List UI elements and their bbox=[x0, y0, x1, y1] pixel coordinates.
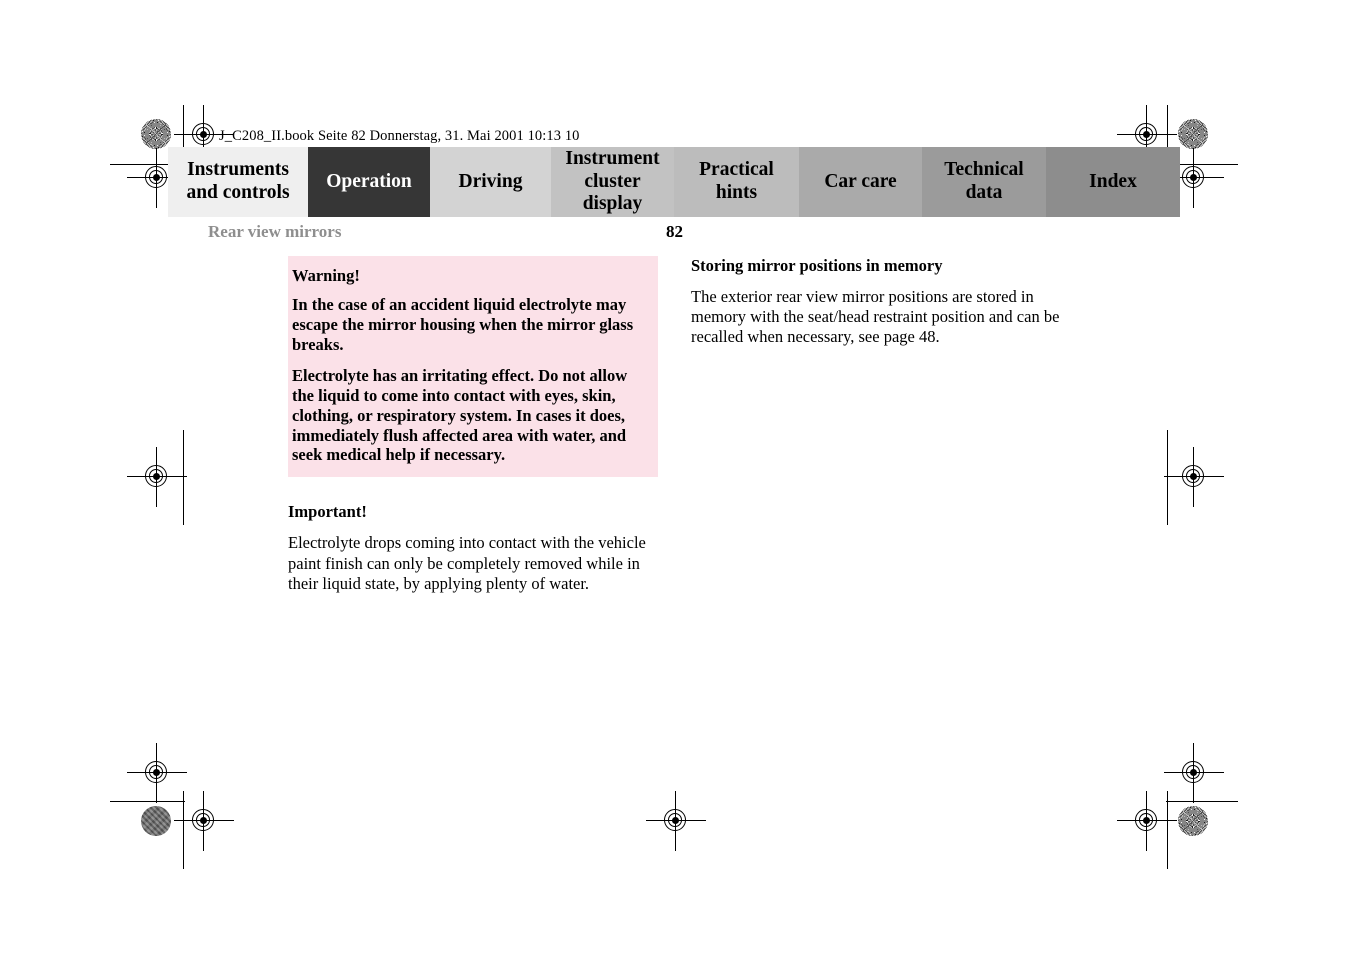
registration-mark-middle-right bbox=[1164, 447, 1224, 507]
crop-line-right-vertical-middle bbox=[1167, 430, 1169, 525]
warning-paragraph-2: Electrolyte has an irritating effect. Do… bbox=[292, 365, 628, 465]
tab-driving[interactable]: Driving bbox=[430, 147, 551, 217]
warning-paragraph-1: In the case of an accident liquid electr… bbox=[292, 294, 634, 354]
density-patch-bottom-left bbox=[141, 806, 171, 836]
density-patch-top-right bbox=[1178, 119, 1208, 149]
tab-label: Driving bbox=[458, 170, 523, 192]
density-patch-top-left bbox=[141, 119, 171, 149]
registration-mark-middle-left bbox=[127, 447, 187, 507]
registration-mark-lower-left bbox=[127, 743, 187, 803]
registration-mark-lower-right bbox=[1164, 743, 1224, 803]
tab-operation[interactable]: Operation bbox=[308, 147, 430, 217]
book-info-line: J_C208_II.book Seite 82 Donnerstag, 31. … bbox=[219, 128, 580, 144]
important-block: Important! Electrolyte drops coming into… bbox=[288, 502, 658, 594]
warning-title: Warning! bbox=[292, 266, 360, 285]
important-title: Important! bbox=[288, 502, 367, 522]
memory-paragraph: The exterior rear view mirror positions … bbox=[691, 286, 1060, 347]
crop-line-bottom-right-horizontal bbox=[1166, 801, 1238, 803]
crop-line-right-vertical-bottom bbox=[1167, 791, 1169, 869]
density-patch-bottom-right bbox=[1178, 806, 1208, 836]
tab-technical-data[interactable]: Technical data bbox=[922, 147, 1046, 217]
page-title: Rear view mirrors bbox=[208, 222, 342, 241]
tab-label: Technical data bbox=[944, 159, 1024, 203]
left-text-column: Warning! In the case of an accident liqu… bbox=[288, 256, 658, 594]
crop-line-bottom-left-horizontal bbox=[110, 801, 185, 803]
tab-instruments-and-controls[interactable]: Instruments and controls bbox=[168, 147, 308, 217]
tab-label: Car care bbox=[824, 170, 897, 192]
section-head-row: Rear view mirrors 82 bbox=[208, 222, 683, 244]
tab-label: Instruments and controls bbox=[186, 159, 290, 203]
crop-line-left-vertical-bottom bbox=[183, 791, 185, 869]
tab-label: Practical hints bbox=[699, 159, 774, 203]
tab-label: Instrument cluster display bbox=[565, 148, 660, 215]
tab-label: Operation bbox=[326, 170, 412, 192]
tab-label: Index bbox=[1089, 170, 1137, 192]
tab-instrument-cluster-display[interactable]: Instrument cluster display bbox=[551, 147, 674, 217]
right-text-column: Storing mirror positions in memory The e… bbox=[691, 256, 1063, 348]
chapter-tab-bar: Instruments and controls Operation Driving… bbox=[168, 147, 1180, 217]
document-page: J_C208_II.book Seite 82 Donnerstag, 31. … bbox=[0, 0, 1351, 954]
warning-box: Warning! In the case of an accident liqu… bbox=[288, 256, 658, 478]
tab-index[interactable]: Index bbox=[1046, 147, 1180, 217]
crop-line-left-vertical-middle bbox=[183, 430, 185, 525]
memory-block: Storing mirror positions in memory The e… bbox=[691, 256, 1063, 348]
tab-practical-hints[interactable]: Practical hints bbox=[674, 147, 799, 217]
memory-title: Storing mirror positions in memory bbox=[691, 256, 943, 275]
important-paragraph: Electrolyte drops coming into contact wi… bbox=[288, 533, 646, 593]
registration-mark-bottom-center bbox=[646, 791, 706, 851]
page-number: 82 bbox=[666, 222, 683, 241]
tab-car-care[interactable]: Car care bbox=[799, 147, 922, 217]
